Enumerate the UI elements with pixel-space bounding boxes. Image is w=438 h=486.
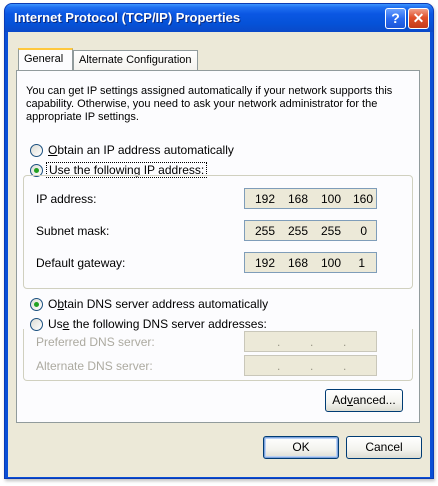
ip-address-octet-2: 168 <box>287 192 308 206</box>
tab-alternate-configuration[interactable]: Alternate Configuration <box>73 50 198 70</box>
alternate-dns-dot-2: . <box>310 359 314 373</box>
ip-address-octet-1: 192 <box>254 192 275 206</box>
preferred-dns-dot-3: . <box>343 335 347 349</box>
title-bar[interactable]: Internet Protocol (TCP/IP) Properties ? … <box>5 4 433 32</box>
preferred-dns-row: Preferred DNS server: . . . <box>36 331 410 353</box>
default-gateway-row: Default gateway: 192 168 100 1 <box>36 252 410 274</box>
dialog-body: General Alternate Configuration You can … <box>8 32 430 477</box>
obtain-dns-auto-radio[interactable] <box>30 298 43 311</box>
preferred-dns-input[interactable]: . . . <box>244 331 377 352</box>
window-title: Internet Protocol (TCP/IP) Properties <box>14 10 241 25</box>
subnet-mask-octet-4: 0 <box>360 224 367 238</box>
default-gateway-octet-2: 168 <box>287 256 308 270</box>
ip-address-row: IP address: 192 168 100 160 <box>36 188 410 210</box>
help-icon[interactable]: ? <box>385 8 406 29</box>
preferred-dns-label: Preferred DNS server: <box>36 335 155 349</box>
tab-general[interactable]: General <box>18 48 73 70</box>
default-gateway-label: Default gateway: <box>36 256 126 270</box>
subnet-mask-row: Subnet mask: 255 255 255 0 <box>36 220 410 242</box>
general-tab-panel: You can get IP settings assigned automat… <box>16 70 420 423</box>
ip-address-octet-3: 100 <box>320 192 341 206</box>
subnet-mask-octet-2: 255 <box>287 224 308 238</box>
ip-address-octet-4: 160 <box>352 192 373 206</box>
preferred-dns-dot-2: . <box>310 335 314 349</box>
ip-settings-group: IP address: 192 168 100 160 Subnet mask:… <box>23 175 413 289</box>
cancel-button[interactable]: Cancel <box>346 436 422 459</box>
ip-address-input[interactable]: 192 168 100 160 <box>244 188 377 209</box>
advanced-button[interactable]: Advanced... <box>325 389 403 412</box>
dialog-window: Internet Protocol (TCP/IP) Properties ? … <box>4 3 434 479</box>
alternate-dns-row: Alternate DNS server: . . . <box>36 355 410 377</box>
ip-address-label: IP address: <box>36 192 97 206</box>
subnet-mask-input[interactable]: 255 255 255 0 <box>244 220 377 241</box>
alternate-dns-dot-3: . <box>343 359 347 373</box>
alternate-dns-label: Alternate DNS server: <box>36 359 153 373</box>
obtain-ip-auto-label: Obtain an IP address automatically <box>48 143 234 157</box>
alternate-dns-input[interactable]: . . . <box>244 355 377 376</box>
ok-button[interactable]: OK <box>263 436 339 459</box>
obtain-ip-auto-radio[interactable] <box>30 144 43 157</box>
dns-settings-group: Preferred DNS server: . . . Alternate DN… <box>23 329 413 381</box>
close-icon[interactable]: ✕ <box>408 8 429 29</box>
subnet-mask-label: Subnet mask: <box>36 224 110 238</box>
obtain-dns-auto-label: Obtain DNS server address automatically <box>48 297 269 311</box>
default-gateway-octet-1: 192 <box>254 256 275 270</box>
intro-text: You can get IP settings assigned automat… <box>26 85 393 123</box>
default-gateway-octet-4: 1 <box>358 256 365 270</box>
preferred-dns-dot-1: . <box>277 335 281 349</box>
alternate-dns-dot-1: . <box>277 359 281 373</box>
subnet-mask-octet-1: 255 <box>254 224 275 238</box>
default-gateway-input[interactable]: 192 168 100 1 <box>244 252 377 273</box>
